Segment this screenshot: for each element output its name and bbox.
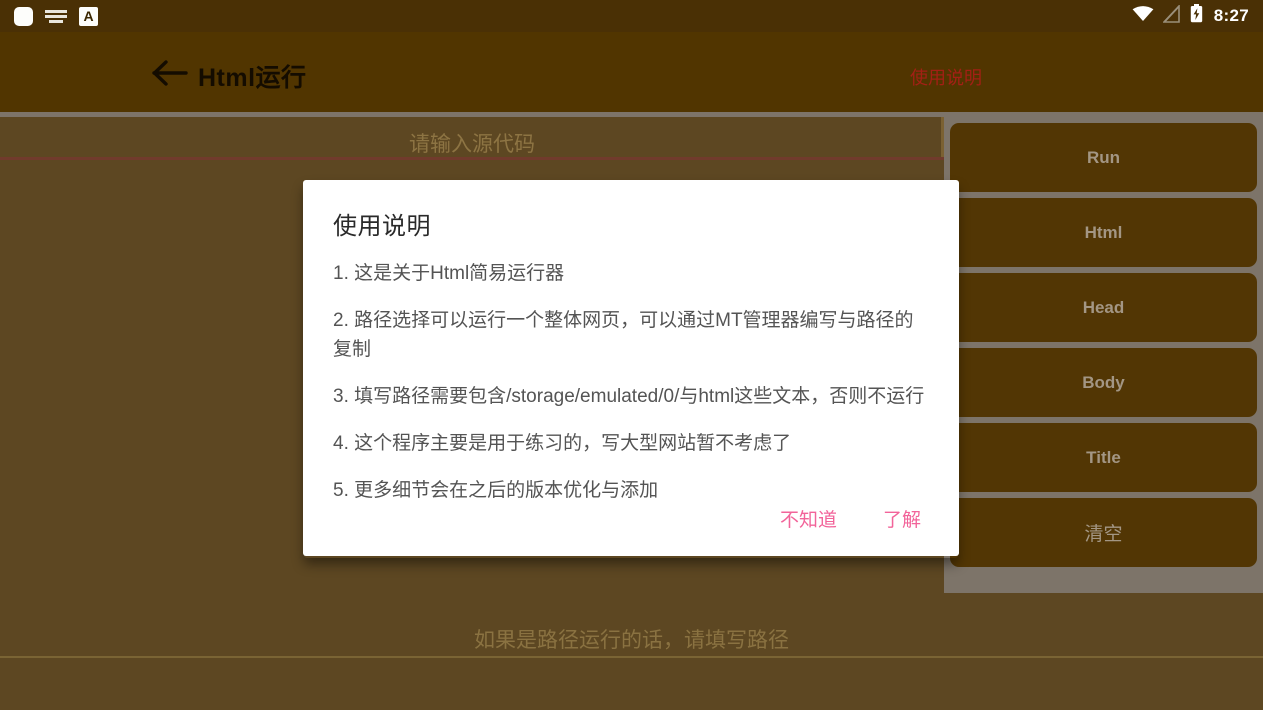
- dialog-actions: 不知道 了解: [768, 497, 933, 540]
- head-button[interactable]: Head: [950, 273, 1257, 342]
- status-bar-system: 8:27: [1132, 3, 1249, 28]
- status-bar-clock: 8:27: [1213, 6, 1249, 25]
- instructions-dialog: 使用说明 1. 这是关于Html简易运行器 2. 路径选择可以运行一个整体网页，…: [303, 180, 959, 556]
- path-input[interactable]: 如果是路径运行的话，请填写路径: [0, 615, 1263, 675]
- back-arrow-icon[interactable]: [152, 60, 188, 86]
- dialog-item: 1. 这是关于Html简易运行器: [333, 263, 565, 284]
- dialog-positive-button[interactable]: 了解: [871, 497, 933, 540]
- sidebar-footer-strip: [944, 581, 1263, 593]
- source-code-input[interactable]: 请输入源代码: [0, 117, 944, 163]
- status-bar: A 8:27: [0, 0, 1263, 32]
- dialog-negative-button[interactable]: 不知道: [768, 497, 849, 540]
- action-sidebar: Run Html Head Body Title 清空: [944, 117, 1263, 581]
- keyboard-icon: [45, 9, 67, 23]
- app-bar: Html运行 使用说明: [0, 32, 1263, 112]
- run-button[interactable]: Run: [950, 123, 1257, 192]
- battery-charging-icon: [1190, 4, 1203, 28]
- wifi-icon: [1132, 5, 1154, 27]
- app-notification-icon: [14, 6, 33, 26]
- page-title: Html运行: [198, 64, 307, 92]
- source-code-underline: [0, 157, 944, 160]
- dialog-item: 3. 填写路径需要包含/storage/emulated/0/与html这些文本…: [333, 386, 925, 407]
- status-bar-notifications: A: [14, 6, 98, 26]
- instructions-link[interactable]: 使用说明: [910, 64, 982, 90]
- title-button[interactable]: Title: [950, 423, 1257, 492]
- clear-button[interactable]: 清空: [950, 498, 1257, 567]
- path-underline: [0, 656, 1263, 658]
- html-button[interactable]: Html: [950, 198, 1257, 267]
- source-code-placeholder: 请输入源代码: [409, 133, 535, 156]
- signal-off-icon: [1161, 3, 1181, 28]
- dialog-title: 使用说明: [333, 213, 431, 240]
- alphabet-a-icon: A: [79, 6, 98, 26]
- path-placeholder: 如果是路径运行的话，请填写路径: [474, 629, 789, 652]
- body-button[interactable]: Body: [950, 348, 1257, 417]
- dialog-item: 4. 这个程序主要是用于练习的，写大型网站暂不考虑了: [333, 433, 792, 454]
- html-runner-screen: A 8:27 Html运行 使用说明 请输入源代码 如果是路径运行的话，请填写路…: [0, 0, 1263, 710]
- dialog-item: 2. 路径选择可以运行一个整体网页，可以通过MT管理器编写与路径的复制: [333, 310, 914, 360]
